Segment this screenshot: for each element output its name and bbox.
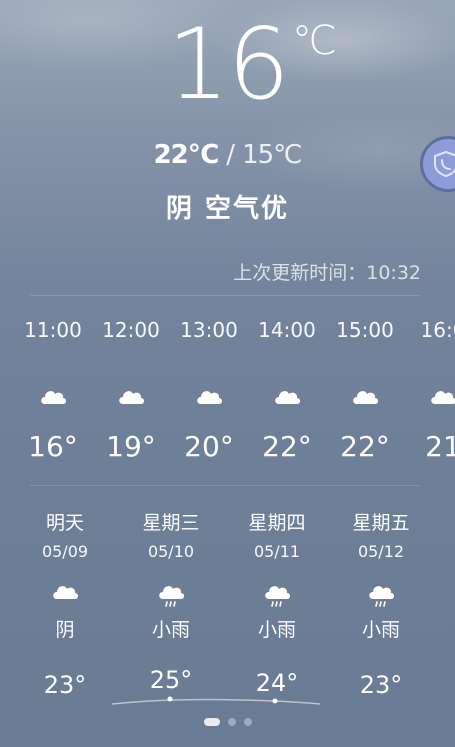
- hourly-item: 15:00 22°: [330, 318, 400, 463]
- cloud-icon: [275, 391, 300, 404]
- hourly-item: 11:00 16°: [18, 318, 88, 463]
- hourly-item: 13:00 20°: [174, 318, 244, 463]
- daily-item: 星期三 05/10 小雨: [126, 508, 216, 642]
- rain-cloud-icon: [369, 586, 394, 607]
- high-low-temperature: 22℃ / 15℃: [0, 140, 455, 170]
- hour-time: 11:00: [24, 318, 82, 342]
- daily-item: 明天 05/09 阴: [20, 508, 110, 642]
- day-icon-wrap: [20, 581, 110, 607]
- current-temperature: 16: [167, 8, 290, 122]
- hour-time: 12:00: [102, 318, 160, 342]
- rain-cloud-icon: [159, 586, 184, 607]
- day-name: 星期四: [248, 512, 306, 534]
- page-dot[interactable]: [203, 718, 220, 726]
- hour-icon-wrap: [174, 386, 244, 410]
- hour-temperature: 21: [425, 430, 455, 463]
- weather-condition: 阴 空气优: [165, 194, 290, 224]
- temperature-unit: ℃: [292, 18, 337, 64]
- day-temperature: 24°: [255, 669, 299, 697]
- divider-middle: [30, 485, 420, 486]
- day-date: 05/10: [147, 542, 195, 561]
- page-dot[interactable]: [227, 718, 236, 726]
- day-date: 05/12: [357, 542, 405, 561]
- day-icon-wrap: [336, 581, 426, 607]
- rain-cloud-icon: [265, 586, 290, 607]
- page-dot[interactable]: [243, 718, 252, 726]
- day-name: 明天: [45, 512, 84, 534]
- hour-time: 13:00: [180, 318, 238, 342]
- hour-icon-wrap: [330, 386, 400, 410]
- cloud-icon: [41, 391, 66, 404]
- hour-temperature: 16°: [28, 430, 78, 463]
- high-temperature: 22℃: [153, 140, 220, 170]
- day-condition: 小雨: [151, 619, 190, 641]
- hour-time: 15:00: [336, 318, 394, 342]
- day-date: 05/11: [253, 542, 301, 561]
- hour-icon-wrap: [252, 386, 322, 410]
- hour-temperature: 19°: [106, 430, 156, 463]
- day-name: 星期三: [142, 512, 200, 534]
- day-icon-wrap: [126, 581, 216, 607]
- day-temperature: 25°: [149, 666, 193, 694]
- cloud-icon: [197, 391, 222, 404]
- low-temperature: 15℃: [242, 140, 302, 170]
- trend-point: [167, 696, 173, 702]
- hour-icon-wrap: [18, 386, 88, 410]
- last-updated-time: 上次更新时间：10:32: [233, 262, 421, 284]
- hour-temperature: 22°: [340, 430, 390, 463]
- divider-top: [30, 295, 420, 296]
- hourly-item: 16:0 21: [408, 318, 455, 463]
- cloud-icon: [119, 391, 144, 404]
- day-name: 星期五: [352, 512, 410, 534]
- hourly-item: 14:00 22°: [252, 318, 322, 463]
- cloud-icon: [353, 391, 378, 404]
- daily-item: 星期五 05/12 小雨: [336, 508, 426, 642]
- daily-item: 星期四 05/11 小雨: [232, 508, 322, 642]
- hourly-item: 12:00 19°: [96, 318, 166, 463]
- day-condition: 小雨: [361, 619, 400, 641]
- page-indicator[interactable]: [0, 718, 455, 726]
- cloud-icon: [431, 391, 455, 404]
- hour-temperature: 20°: [184, 430, 234, 463]
- temperature-trend-line: [111, 696, 321, 705]
- hour-icon-wrap: [408, 386, 455, 410]
- day-condition: 阴: [55, 619, 75, 641]
- shield-phone-icon: [434, 150, 455, 178]
- day-icon-wrap: [232, 581, 322, 607]
- day-date: 05/09: [41, 542, 89, 561]
- trend-point: [272, 698, 278, 704]
- day-condition: 小雨: [257, 619, 296, 641]
- hour-time: 14:00: [258, 318, 316, 342]
- cloud-icon: [53, 586, 78, 599]
- hour-time: 16:0: [420, 318, 455, 342]
- hour-temperature: 22°: [262, 430, 312, 463]
- hour-icon-wrap: [96, 386, 166, 410]
- high-low-separator: /: [226, 140, 235, 170]
